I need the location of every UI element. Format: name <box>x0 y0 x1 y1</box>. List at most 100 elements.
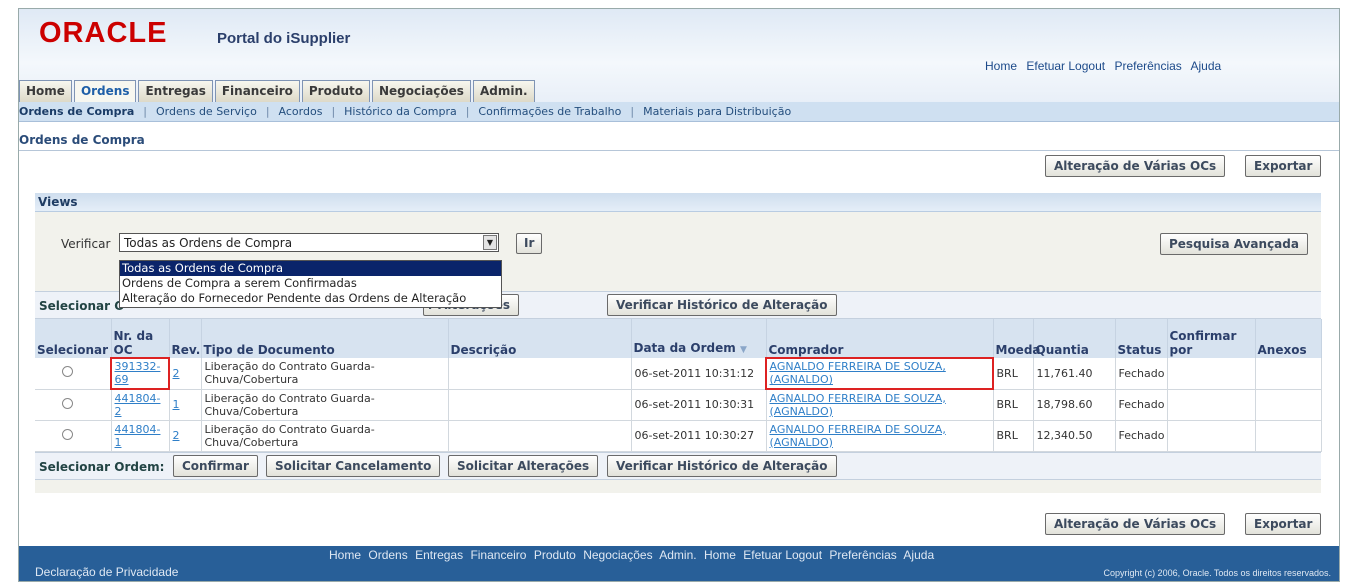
tab-finance[interactable]: Financeiro <box>214 80 300 102</box>
change-history-button[interactable]: Verificar Histórico de Alteração <box>607 454 837 477</box>
footer-link-preferences[interactable]: Preferências <box>829 548 896 562</box>
row-select-radio[interactable] <box>62 428 73 440</box>
view-select[interactable]: Todas as Ordens de Compra ▼ <box>119 233 499 252</box>
tab-admin[interactable]: Admin. <box>472 80 535 102</box>
order-date-cell: 06-set-2011 10:30:31 <box>631 389 767 421</box>
attachments-cell <box>1255 420 1322 452</box>
col-description[interactable]: Descrição <box>448 319 632 358</box>
dropdown-option-to-confirm[interactable]: Ordens de Compra a serem Confirmadas <box>120 276 501 291</box>
privacy-link[interactable]: Declaração de Privacidade <box>35 565 178 579</box>
footer-link-home-2[interactable]: Home <box>704 548 736 562</box>
sub-navigation: Ordens de Compra | Ordens de Serviço | Acord… <box>19 102 1339 122</box>
subnav-agreements[interactable]: Acordos <box>270 105 332 118</box>
subnav-purchase-history[interactable]: Histórico da Compra <box>335 105 466 118</box>
global-link-help[interactable]: Ajuda <box>1190 59 1221 73</box>
table-header-row: Selecionar Nr. da OC Rev. Tipo de Documen… <box>35 319 1322 358</box>
confirm-button[interactable]: Confirmar <box>173 454 258 477</box>
change-history-button-top[interactable]: Verificar Histórico de Alteração <box>607 294 837 316</box>
col-status[interactable]: Status <box>1115 319 1168 358</box>
amount-cell: 11,761.40 <box>1033 358 1116 390</box>
confirm-by-cell <box>1167 389 1256 421</box>
col-confirm-by[interactable]: Confirmar por <box>1167 319 1256 358</box>
revision-link[interactable]: 2 <box>173 429 180 442</box>
subnav-service-orders[interactable]: Ordens de Serviço <box>147 105 266 118</box>
col-select: Selecionar <box>35 319 112 358</box>
col-doc-type[interactable]: Tipo de Documento <box>201 319 449 358</box>
footer-link-admin[interactable]: Admin. <box>659 548 696 562</box>
footer-link-deliveries[interactable]: Entregas <box>415 548 463 562</box>
buyer-link[interactable]: AGNALDO FERREIRA DE SOUZA, (AGNALDO) <box>770 360 946 386</box>
tab-product[interactable]: Produto <box>301 80 370 102</box>
tab-orders[interactable]: Ordens <box>73 80 137 102</box>
footer-link-finance[interactable]: Financeiro <box>470 548 526 562</box>
view-select-value: Todas as Ordens de Compra <box>124 236 293 250</box>
global-link-preferences[interactable]: Preferências <box>1114 59 1181 73</box>
revision-link[interactable]: 2 <box>173 367 180 380</box>
subnav-purchase-orders[interactable]: Ordens de Compra <box>19 105 143 118</box>
col-currency[interactable]: Moeda <box>993 319 1041 358</box>
row-select-radio[interactable] <box>62 397 73 409</box>
footer-link-negotiations[interactable]: Negociações <box>583 548 652 562</box>
col-order-date[interactable]: Data da Ordem ▼ <box>631 319 767 358</box>
orders-table-region: Selecionar O r Alterações Verificar Hist… <box>35 291 1322 480</box>
footer-link-orders[interactable]: Ordens <box>368 548 407 562</box>
currency-cell: BRL <box>993 389 1034 421</box>
confirm-by-cell <box>1167 358 1256 390</box>
col-oc-number[interactable]: Nr. da OC <box>111 319 170 358</box>
global-link-home[interactable]: Home <box>985 59 1017 73</box>
status-cell: Fechado <box>1115 358 1168 390</box>
portal-title: Portal do iSupplier <box>217 30 351 47</box>
row-select-radio[interactable] <box>62 366 73 378</box>
footer-links: Home Ordens Entregas Financeiro Produto … <box>329 548 938 562</box>
col-amount[interactable]: Quantia <box>1033 319 1116 358</box>
oc-number-cell: 391332- 69 <box>110 357 170 390</box>
footer-link-help[interactable]: Ajuda <box>903 548 934 562</box>
request-cancellation-button[interactable]: Solicitar Cancelamento <box>266 454 441 477</box>
export-button[interactable]: Exportar <box>1245 155 1322 177</box>
tab-deliveries[interactable]: Entregas <box>138 80 213 102</box>
orders-table: Selecionar Nr. da OC Rev. Tipo de Documen… <box>35 319 1322 452</box>
tab-home[interactable]: Home <box>19 80 72 102</box>
multi-po-change-button-bottom[interactable]: Alteração de Várias OCs <box>1045 513 1226 535</box>
global-link-logout[interactable]: Efetuar Logout <box>1026 59 1105 73</box>
table-row: 441804-1 2 Liberação do Contrato Guarda-… <box>35 420 1322 452</box>
dropdown-option-all[interactable]: Todas as Ordens de Compra <box>120 261 501 276</box>
dropdown-option-pending-changes[interactable]: Alteração do Fornecedor Pendente das Ord… <box>120 291 501 306</box>
dropdown-arrow-icon[interactable]: ▼ <box>483 235 497 250</box>
revision-link[interactable]: 1 <box>173 398 180 411</box>
attachments-cell <box>1255 358 1322 390</box>
footer-link-home[interactable]: Home <box>329 548 361 562</box>
order-date-cell: 06-set-2011 10:31:12 <box>631 358 767 390</box>
order-date-cell: 06-set-2011 10:30:27 <box>631 420 767 452</box>
subnav-distribution-materials[interactable]: Materiais para Distribuição <box>634 105 800 118</box>
multi-po-change-button[interactable]: Alteração de Várias OCs <box>1045 155 1226 177</box>
page-title: Ordens de Compra <box>19 132 1339 151</box>
buyer-link[interactable]: AGNALDO FERREIRA DE SOUZA, (AGNALDO) <box>770 392 946 418</box>
oc-number-link[interactable]: 441804-2 <box>115 392 161 418</box>
oc-number-link[interactable]: 441804-1 <box>115 423 161 449</box>
export-button-bottom[interactable]: Exportar <box>1245 513 1322 535</box>
subnav-work-confirmations[interactable]: Confirmações de Trabalho <box>469 105 630 118</box>
tab-negotiations[interactable]: Negociações <box>371 80 471 102</box>
col-revision[interactable]: Rev. <box>169 319 202 358</box>
browser-frame: ORACLE Portal do iSupplier Home Efetuar … <box>18 8 1340 582</box>
col-attachments: Anexos <box>1255 319 1322 358</box>
main-tabs: Home Ordens Entregas Financeiro Produto … <box>19 80 535 102</box>
oc-number-link[interactable]: 391332- 69 <box>115 360 161 386</box>
request-changes-button[interactable]: Solicitar Alterações <box>448 454 599 477</box>
doc-type-cell: Liberação do Contrato Guarda-Chuva/Cober… <box>201 358 449 390</box>
currency-cell: BRL <box>993 358 1034 390</box>
table-row: 441804-2 1 Liberação do Contrato Guarda-… <box>35 389 1322 421</box>
attachments-cell <box>1255 389 1322 421</box>
verify-label: Verificar <box>61 237 111 251</box>
description-cell <box>448 389 632 421</box>
footer-link-product[interactable]: Produto <box>534 548 576 562</box>
go-button[interactable]: Ir <box>516 233 543 254</box>
buyer-link[interactable]: AGNALDO FERREIRA DE SOUZA, (AGNALDO) <box>770 423 946 449</box>
footer-link-logout[interactable]: Efetuar Logout <box>743 548 822 562</box>
confirm-by-cell <box>1167 420 1256 452</box>
col-buyer[interactable]: Comprador <box>766 319 994 358</box>
advanced-search-button[interactable]: Pesquisa Avançada <box>1160 233 1308 255</box>
status-cell: Fechado <box>1115 389 1168 421</box>
currency-cell: BRL <box>993 420 1034 452</box>
